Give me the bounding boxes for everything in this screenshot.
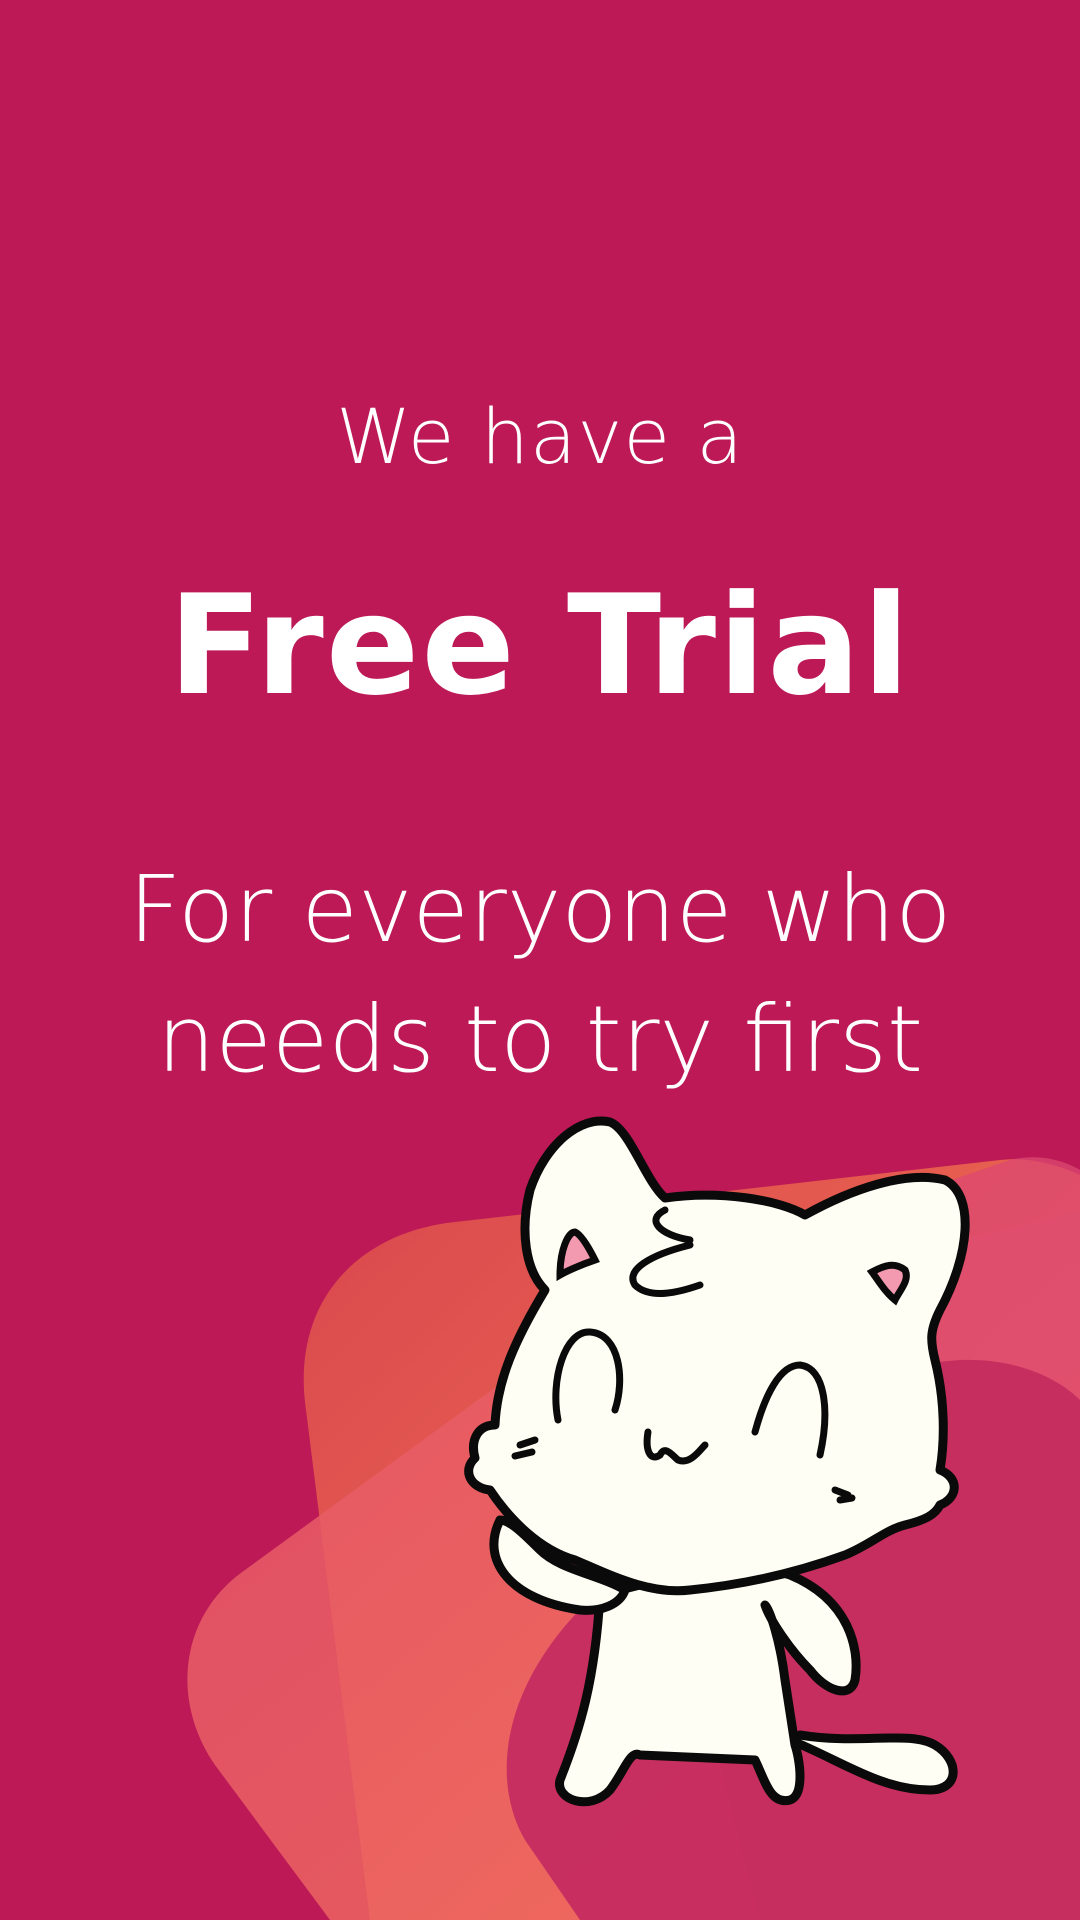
cat-head — [464, 1116, 970, 1596]
free-trial-screen: We have a Free Trial For everyone who ne… — [0, 0, 1080, 1920]
cat-tail — [785, 1730, 958, 1795]
cat-mascot-icon — [464, 1116, 970, 1807]
